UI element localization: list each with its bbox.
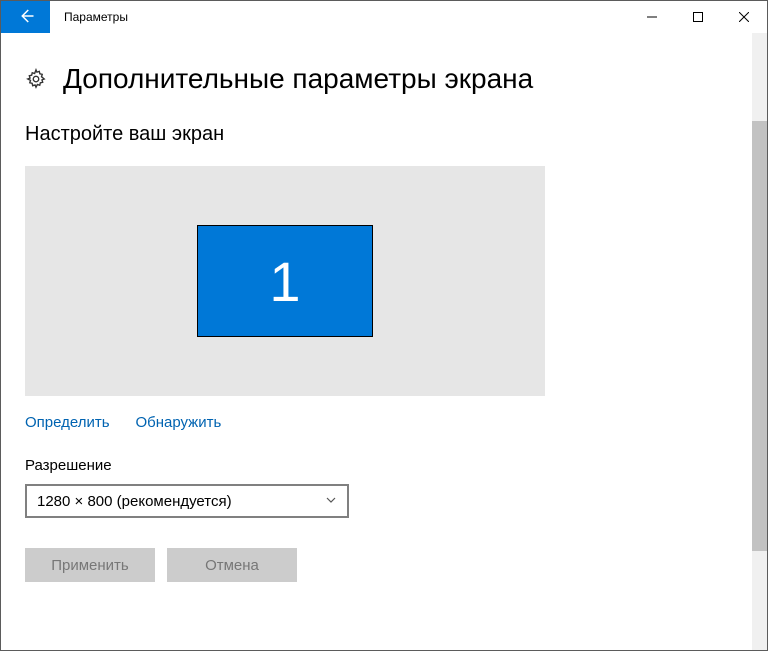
display-preview[interactable]: 1 [25, 166, 545, 396]
apply-label: Применить [51, 557, 129, 574]
body-area: Дополнительные параметры экрана Настройт… [1, 33, 767, 650]
page-title: Дополнительные параметры экрана [63, 63, 533, 95]
section-title: Настройте ваш экран [25, 123, 743, 146]
gear-icon [25, 68, 47, 90]
maximize-icon [693, 9, 703, 25]
cancel-button[interactable]: Отмена [167, 548, 297, 582]
window-controls [629, 1, 767, 33]
close-icon [739, 9, 749, 25]
cancel-label: Отмена [205, 557, 259, 574]
monitor-number: 1 [269, 249, 300, 314]
minimize-button[interactable] [629, 1, 675, 33]
resolution-label: Разрешение [25, 457, 743, 474]
back-button[interactable] [1, 1, 50, 33]
settings-window: Параметры [0, 0, 768, 651]
link-row: Определить Обнаружить [25, 414, 743, 431]
monitor-1[interactable]: 1 [197, 225, 373, 337]
page-header: Дополнительные параметры экрана [25, 63, 743, 95]
button-row: Применить Отмена [25, 548, 743, 582]
apply-button[interactable]: Применить [25, 548, 155, 582]
chevron-down-icon [325, 493, 337, 510]
minimize-icon [647, 9, 657, 25]
title-bar: Параметры [1, 1, 767, 33]
resolution-value: 1280 × 800 (рекомендуется) [37, 493, 232, 510]
identify-link[interactable]: Определить [25, 414, 110, 431]
resolution-select[interactable]: 1280 × 800 (рекомендуется) [25, 484, 349, 518]
window-title: Параметры [50, 1, 128, 33]
maximize-button[interactable] [675, 1, 721, 33]
detect-link[interactable]: Обнаружить [135, 414, 221, 431]
arrow-left-icon [17, 7, 35, 28]
content: Дополнительные параметры экрана Настройт… [1, 33, 767, 650]
close-button[interactable] [721, 1, 767, 33]
scrollbar-thumb[interactable] [752, 121, 767, 551]
